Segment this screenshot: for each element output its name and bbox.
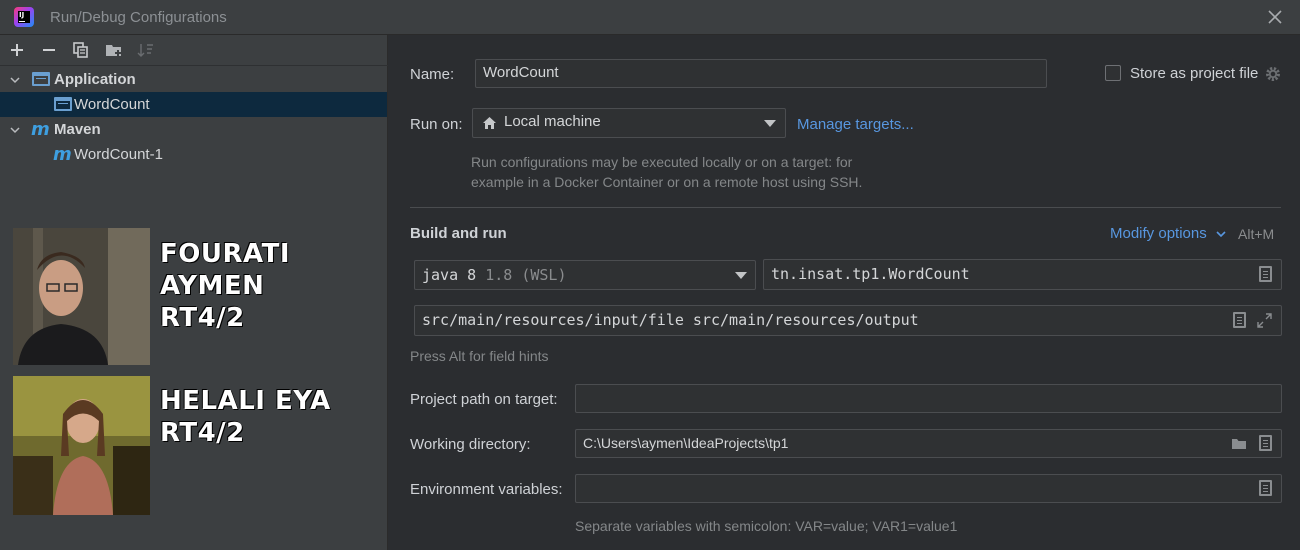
run-on-hint-line-1: Run configurations may be executed local…	[471, 154, 853, 170]
modify-options-shortcut: Alt+M	[1238, 226, 1275, 242]
run-on-hint-line-2: example in a Docker Container or on a re…	[471, 174, 863, 190]
run-on-value: Local machine	[504, 113, 601, 130]
project-path-field[interactable]	[575, 384, 1282, 413]
intellij-logo-icon: IJ	[14, 7, 34, 27]
field-hints-text: Press Alt for field hints	[410, 348, 549, 364]
environment-variables-label: Environment variables:	[410, 481, 563, 498]
application-icon	[54, 97, 72, 111]
manage-targets-link[interactable]: Manage targets...	[797, 116, 914, 133]
folder-icon[interactable]	[1231, 437, 1248, 451]
folder-add-icon[interactable]	[105, 41, 123, 59]
sort-icon[interactable]	[137, 41, 155, 59]
run-on-label: Run on:	[410, 116, 463, 133]
section-divider	[410, 207, 1281, 208]
main-class-field[interactable]: tn.insat.tp1.WordCount	[763, 259, 1282, 290]
working-directory-field[interactable]: C:\Users\aymen\IdeaProjects\tp1	[575, 429, 1282, 458]
overlay-name-1: FOURATI AYMEN RT4/2	[160, 238, 387, 334]
window-title: Run/Debug Configurations	[50, 9, 227, 26]
application-icon	[32, 72, 50, 86]
jdk-version: 1.8 (WSL)	[485, 266, 567, 284]
modify-options-link[interactable]: Modify options	[1110, 225, 1207, 242]
copy-icon[interactable]	[72, 41, 90, 59]
tree-item-maven[interactable]: m Maven	[0, 117, 387, 142]
program-arguments-value: src/main/resources/input/file src/main/r…	[422, 311, 919, 329]
tree-item-label: Maven	[54, 121, 101, 138]
chevron-down-icon[interactable]	[1215, 229, 1227, 239]
overlay-name-text: FOURATI AYMEN	[160, 239, 291, 301]
store-as-project-file-checkbox[interactable]	[1105, 65, 1121, 81]
name-field[interactable]: WordCount	[475, 59, 1047, 88]
tree-item-wordcount-1[interactable]: m WordCount-1	[0, 142, 387, 167]
edit-environment-icon[interactable]	[1259, 480, 1272, 496]
project-path-label: Project path on target:	[410, 391, 558, 408]
maven-icon: m	[53, 144, 72, 165]
program-arguments-field[interactable]: src/main/resources/input/file src/main/r…	[414, 305, 1282, 336]
overlay-name-text: HELALI EYA	[160, 386, 331, 416]
tree-item-label: WordCount	[74, 96, 150, 113]
chevron-down-icon[interactable]	[9, 74, 21, 86]
maven-icon: m	[31, 119, 50, 140]
build-and-run-title: Build and run	[410, 225, 507, 242]
run-on-dropdown[interactable]: Local machine	[472, 108, 786, 138]
overlay-group-text: RT4/2	[160, 418, 245, 448]
chevron-down-icon[interactable]	[9, 124, 21, 136]
store-as-project-file-label[interactable]: Store as project file	[1130, 65, 1258, 82]
working-directory-value: C:\Users\aymen\IdeaProjects\tp1	[583, 435, 789, 451]
tree-item-label: Application	[54, 71, 136, 88]
gear-icon[interactable]	[1264, 65, 1282, 83]
person-photo	[13, 228, 150, 365]
tree-item-label: WordCount-1	[74, 146, 163, 163]
configurations-toolbar	[0, 35, 388, 66]
configuration-editor: Name: WordCount Store as project file Ru…	[389, 35, 1300, 550]
close-icon[interactable]	[1266, 8, 1284, 26]
person-photo	[13, 376, 150, 515]
add-icon[interactable]	[8, 41, 26, 59]
name-label: Name:	[410, 66, 455, 83]
environment-variables-hint: Separate variables with semicolon: VAR=v…	[575, 518, 958, 534]
working-directory-label: Working directory:	[410, 436, 531, 453]
home-icon	[483, 117, 496, 129]
chevron-down-icon[interactable]	[735, 272, 747, 279]
tree-item-application[interactable]: Application	[0, 67, 387, 92]
title-bar: IJ Run/Debug Configurations	[0, 0, 1300, 35]
main-class-value: tn.insat.tp1.WordCount	[771, 265, 970, 283]
configurations-panel: Application WordCount m Maven m WordCoun…	[0, 35, 388, 550]
insert-macro-icon[interactable]	[1259, 435, 1272, 451]
browse-icon[interactable]	[1259, 266, 1272, 282]
overlay-name-2: HELALI EYA RT4/2	[160, 385, 331, 449]
jdk-dropdown[interactable]: java 8 1.8 (WSL)	[414, 260, 756, 290]
expand-icon[interactable]	[1257, 313, 1272, 328]
tree-item-wordcount[interactable]: WordCount	[0, 92, 387, 117]
insert-macro-icon[interactable]	[1233, 312, 1246, 328]
chevron-down-icon[interactable]	[764, 120, 776, 127]
overlay-group-text: RT4/2	[160, 303, 245, 333]
remove-icon[interactable]	[40, 41, 58, 59]
environment-variables-field[interactable]	[575, 474, 1282, 503]
jdk-name: java 8	[422, 266, 477, 284]
